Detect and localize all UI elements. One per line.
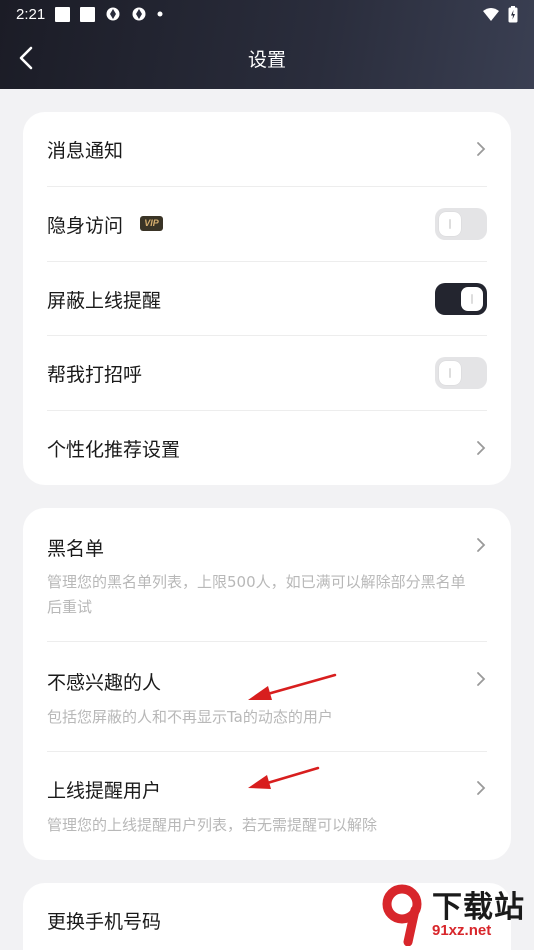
sync-icon xyxy=(132,7,146,21)
settings-item-label: 个性化推荐设置 xyxy=(47,439,181,461)
settings-item-label: 不感兴趣的人 xyxy=(47,672,162,694)
battery-icon xyxy=(508,6,518,23)
watermark-url: 91xz.net xyxy=(432,922,492,939)
dot-icon xyxy=(157,11,163,17)
settings-item-notifications[interactable]: 消息通知 xyxy=(47,112,487,187)
settings-item-description: 包括您屏蔽的人和不再显示Ta的动态的用户 xyxy=(47,708,333,726)
watermark-text: 下载站 xyxy=(432,890,525,925)
page-title: 设置 xyxy=(247,49,286,71)
wifi-icon xyxy=(483,7,499,21)
chevron-right-icon xyxy=(477,672,486,686)
notification-icon xyxy=(80,6,96,22)
settings-item-description: 管理您的黑名单列表，上限500人，如已满可以解除部分黑名单后重试 xyxy=(47,573,466,616)
status-bar: 2:21 xyxy=(16,4,163,24)
settings-item-label: 帮我打招呼 xyxy=(47,364,143,386)
settings-item-description: 管理您的上线提醒用户列表，若无需提醒可以解除 xyxy=(47,816,378,834)
settings-item-label: 更换手机号码 xyxy=(47,911,162,933)
vip-badge: VIP xyxy=(140,216,163,231)
chevron-right-icon xyxy=(477,441,486,455)
settings-item-blacklist[interactable]: 黑名单 管理您的黑名单列表，上限500人，如已满可以解除部分黑名单后重试 xyxy=(47,508,487,642)
annotation-arrow-icon xyxy=(248,673,337,700)
annotation-arrow-icon xyxy=(248,766,320,789)
settings-card-general: 消息通知 隐身访问 VIP 屏蔽上线提醒 帮我打招呼 个性化推荐设置 xyxy=(23,112,511,485)
sync-icon xyxy=(106,7,120,21)
chevron-right-icon xyxy=(477,538,486,552)
settings-item-label: 屏蔽上线提醒 xyxy=(47,290,162,312)
chevron-right-icon xyxy=(477,781,486,795)
settings-item-recommendation[interactable]: 个性化推荐设置 xyxy=(47,411,487,485)
watermark-logo-icon xyxy=(382,884,422,946)
chevron-right-icon xyxy=(477,142,486,156)
auto-greet-toggle[interactable] xyxy=(435,357,487,389)
settings-item-block-online-alert: 屏蔽上线提醒 xyxy=(47,262,487,336)
site-watermark: 下载站 91xz.net xyxy=(380,878,530,948)
settings-item-stealth-visit: 隐身访问 VIP xyxy=(47,187,487,262)
settings-item-auto-greet: 帮我打招呼 xyxy=(47,336,487,411)
status-time: 2:21 xyxy=(16,5,46,23)
settings-item-label: 上线提醒用户 xyxy=(47,780,162,802)
settings-item-label: 黑名单 xyxy=(47,538,105,560)
stealth-visit-toggle[interactable] xyxy=(435,208,487,240)
settings-item-label: 隐身访问 xyxy=(47,215,124,237)
notification-icon xyxy=(55,6,71,22)
settings-item-label: 消息通知 xyxy=(47,140,124,162)
block-online-alert-toggle[interactable] xyxy=(435,283,487,315)
app-header: 2:21 设置 xyxy=(0,0,534,89)
